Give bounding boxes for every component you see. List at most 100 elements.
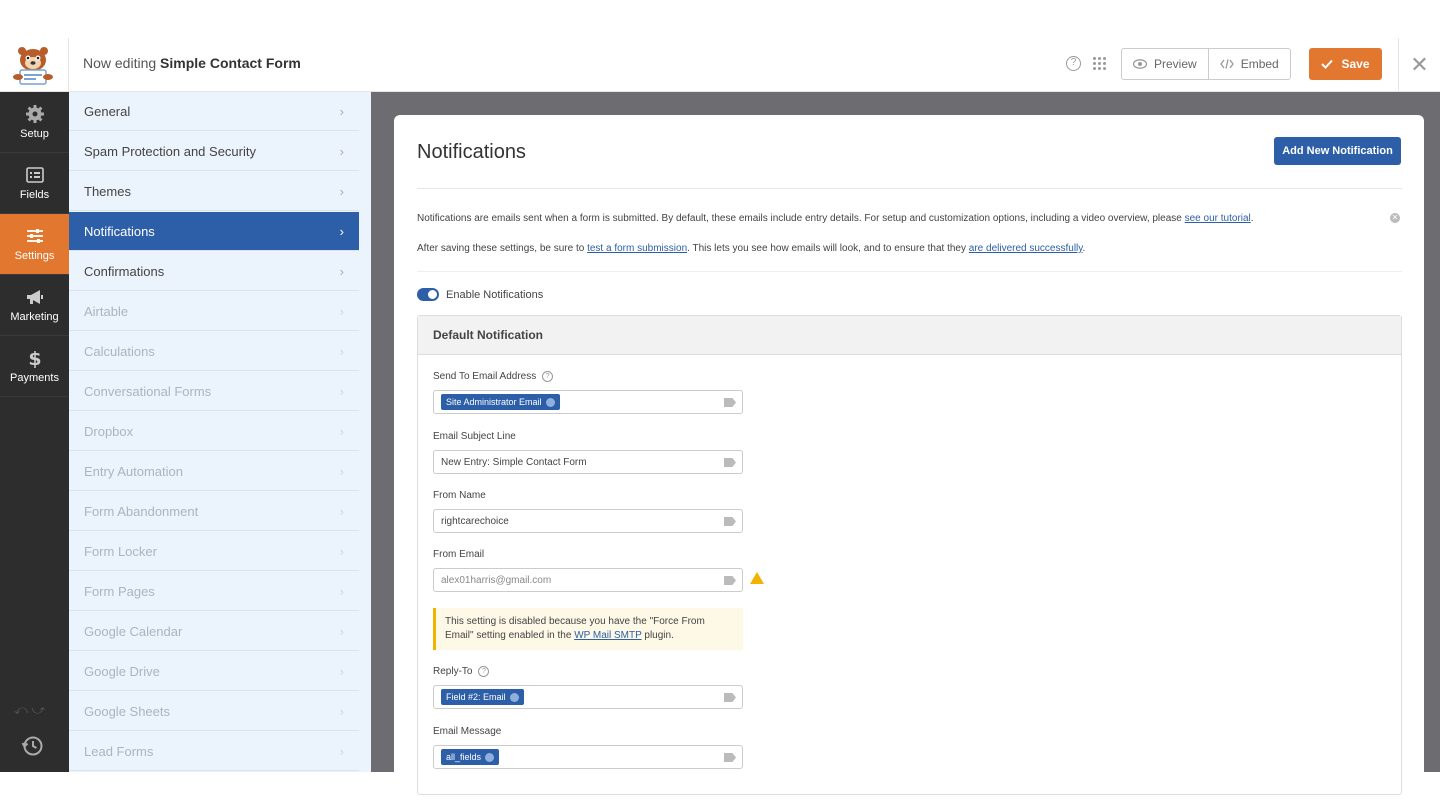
settings-item-themes[interactable]: Themes ›: [69, 172, 359, 211]
reply-to-label-text: Reply-To: [433, 666, 473, 677]
settings-item-label: Calculations: [84, 343, 155, 359]
editing-prefix: Now editing: [83, 55, 157, 71]
smart-tag-icon[interactable]: [724, 693, 736, 702]
settings-item-form-locker[interactable]: Form Locker ›: [69, 532, 359, 571]
smart-tag-chip[interactable]: Field #2: Email: [441, 689, 524, 705]
smart-tag-icon[interactable]: [724, 398, 736, 407]
chevron-right-icon: ›: [339, 224, 344, 239]
settings-item-entry-automation[interactable]: Entry Automation ›: [69, 452, 359, 491]
send-to-field[interactable]: Site Administrator Email: [433, 390, 743, 414]
dismiss-icon[interactable]: ✕: [1390, 213, 1400, 223]
embed-button[interactable]: Embed: [1207, 49, 1290, 79]
settings-panel: General › Spam Protection and Security › T…: [69, 92, 371, 772]
test-submission-link[interactable]: test a form submission: [587, 243, 687, 254]
settings-item-label: Notifications: [84, 223, 155, 239]
enable-notifications-toggle[interactable]: [417, 288, 439, 301]
help-icon[interactable]: ?: [542, 371, 554, 382]
settings-item-general[interactable]: General ›: [69, 92, 359, 131]
from-email-value: alex01harris@gmail.com: [441, 574, 552, 586]
eye-icon: [1133, 59, 1147, 69]
smart-tag-chip[interactable]: Site Administrator Email: [441, 394, 560, 410]
settings-item-spam-protection[interactable]: Spam Protection and Security ›: [69, 132, 359, 171]
undo-redo-controls[interactable]: ⤺ ⤻: [14, 702, 45, 718]
settings-item-google-drive[interactable]: Google Drive ›: [69, 652, 359, 691]
chevron-right-icon: ›: [339, 144, 344, 159]
reply-to-field[interactable]: Field #2: Email: [433, 685, 743, 709]
subject-label: Email Subject Line: [433, 431, 516, 442]
settings-item-label: Entry Automation: [84, 463, 183, 479]
content-area: Notifications Add New Notification Notif…: [371, 92, 1440, 795]
settings-item-notifications[interactable]: Notifications ›: [69, 212, 359, 251]
settings-item-form-pages[interactable]: Form Pages ›: [69, 572, 359, 611]
settings-item-google-sheets[interactable]: Google Sheets ›: [69, 692, 359, 731]
nav-item-settings[interactable]: Settings: [0, 214, 69, 275]
smart-tag-icon[interactable]: [724, 753, 736, 762]
enable-notifications-label: Enable Notifications: [446, 289, 544, 301]
nav-item-setup[interactable]: Setup: [0, 92, 69, 153]
wp-mail-smtp-link[interactable]: WP Mail SMTP: [574, 630, 641, 641]
settings-item-dropbox[interactable]: Dropbox ›: [69, 412, 359, 451]
notifications-card: Notifications Add New Notification Notif…: [394, 115, 1424, 795]
preview-embed-group: Preview Embed: [1121, 48, 1291, 80]
smart-tag-chip[interactable]: all_fields: [441, 749, 500, 765]
chevron-right-icon: ›: [339, 624, 344, 639]
chip-label: Field #2: Email: [446, 692, 506, 702]
nav-label: Fields: [19, 189, 50, 201]
subject-field[interactable]: New Entry: Simple Contact Form: [433, 450, 743, 474]
settings-item-airtable[interactable]: Airtable ›: [69, 292, 359, 331]
email-message-field[interactable]: all_fields: [433, 745, 743, 769]
nav-item-payments[interactable]: $ Payments: [0, 336, 69, 397]
gear-icon: [25, 105, 44, 123]
settings-item-label: Themes: [84, 183, 131, 199]
fields-icon: [25, 167, 44, 183]
editing-title: Now editing Simple Contact Form: [83, 55, 301, 71]
settings-panel-scrollbar[interactable]: [359, 92, 371, 772]
embed-label: Embed: [1240, 57, 1279, 71]
settings-item-form-abandonment[interactable]: Form Abandonment ›: [69, 492, 359, 531]
help-icon[interactable]: ?: [1066, 56, 1081, 71]
settings-item-lead-forms[interactable]: Lead Forms ›: [69, 732, 359, 771]
save-button[interactable]: Save: [1309, 48, 1382, 80]
reply-to-label: Reply-To ?: [433, 666, 490, 677]
send-to-label: Send To Email Address ?: [433, 371, 554, 382]
from-name-field[interactable]: rightcarechoice: [433, 509, 743, 533]
chevron-right-icon: ›: [339, 264, 344, 279]
add-new-notification-button[interactable]: Add New Notification: [1274, 137, 1401, 165]
preview-button[interactable]: Preview: [1122, 49, 1208, 79]
settings-item-label: General: [84, 103, 131, 119]
revision-history-icon[interactable]: [21, 734, 45, 758]
settings-item-confirmations[interactable]: Confirmations ›: [69, 252, 359, 291]
remove-chip-icon[interactable]: [545, 397, 555, 407]
from-name-value: rightcarechoice: [441, 515, 509, 527]
settings-item-calculations[interactable]: Calculations ›: [69, 332, 359, 371]
nav-item-marketing[interactable]: Marketing: [0, 275, 69, 336]
settings-item-label: Google Calendar: [84, 623, 183, 639]
settings-item-conversational-forms[interactable]: Conversational Forms ›: [69, 372, 359, 411]
help-icon[interactable]: ?: [478, 666, 490, 677]
from-name-label: From Name: [433, 490, 486, 501]
remove-chip-icon[interactable]: [509, 692, 519, 702]
close-button[interactable]: ✕: [1398, 38, 1440, 92]
smart-tag-icon[interactable]: [724, 458, 736, 467]
remove-chip-icon[interactable]: [485, 752, 495, 762]
chevron-right-icon: ›: [339, 104, 344, 119]
app-frame: Now editing Simple Contact Form ? Previe…: [0, 38, 1440, 795]
nav-item-fields[interactable]: Fields: [0, 153, 69, 214]
chevron-right-icon: ›: [339, 384, 344, 399]
close-icon: ✕: [1410, 52, 1429, 77]
tutorial-link[interactable]: see our tutorial: [1185, 213, 1251, 224]
warning-icon: [750, 572, 764, 584]
chevron-right-icon: ›: [339, 304, 344, 319]
settings-item-google-calendar[interactable]: Google Calendar ›: [69, 612, 359, 651]
default-notification-box: Default Notification Send To Email Addre…: [417, 315, 1402, 795]
chevron-right-icon: ›: [339, 424, 344, 439]
chevron-right-icon: ›: [339, 504, 344, 519]
smart-tag-icon[interactable]: [724, 517, 736, 526]
delivered-successfully-link[interactable]: are delivered successfully: [969, 243, 1083, 254]
code-icon: [1219, 59, 1234, 69]
settings-item-label: Conversational Forms: [84, 383, 212, 399]
divider: [417, 271, 1402, 272]
settings-item-label: Lead Forms: [84, 743, 154, 759]
apps-grid-icon[interactable]: [1093, 57, 1107, 71]
send-to-label-text: Send To Email Address: [433, 371, 537, 382]
